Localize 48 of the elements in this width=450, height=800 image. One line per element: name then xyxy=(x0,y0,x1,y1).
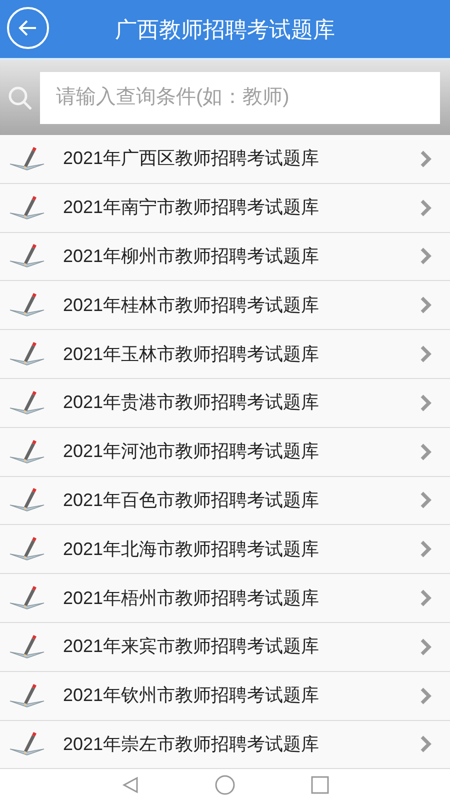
chevron-right-icon xyxy=(420,198,432,217)
item-label: 2021年南宁市教师招聘考试题库 xyxy=(63,196,320,220)
back-icon[interactable] xyxy=(7,7,49,49)
item-label: 2021年北海市教师招聘考试题库 xyxy=(63,538,320,561)
item-label: 2021年梧州市教师招聘考试题库 xyxy=(63,586,320,610)
book-pencil-icon xyxy=(8,731,46,758)
book-pencil-icon xyxy=(8,536,46,562)
chevron-right-icon xyxy=(420,638,432,656)
book-pencil-icon xyxy=(8,585,46,612)
item-label: 2021年来宾市教师招聘考试题库 xyxy=(63,635,320,658)
book-pencil-icon xyxy=(8,292,46,318)
header-title: 广西教师招聘考试题库 xyxy=(115,16,335,44)
book-pencil-icon xyxy=(8,438,46,465)
chevron-right-icon xyxy=(420,345,432,364)
book-pencil-icon xyxy=(8,243,46,270)
book-pencil-icon xyxy=(8,634,46,660)
item-label: 2021年百色市教师招聘考试题库 xyxy=(63,488,320,512)
list-item[interactable]: 2021年百色市教师招聘考试题库 xyxy=(0,476,450,526)
item-label: 2021年柳州市教师招聘考试题库 xyxy=(63,244,320,268)
list-item[interactable]: 2021年崇左市教师招聘考试题库 xyxy=(0,720,450,770)
book-pencil-icon xyxy=(8,682,46,709)
book-pencil-icon xyxy=(8,194,46,221)
book-pencil-icon xyxy=(8,341,46,368)
chevron-right-icon xyxy=(420,296,432,314)
chevron-right-icon xyxy=(420,735,432,754)
chevron-right-icon xyxy=(420,394,432,412)
book-pencil-icon xyxy=(8,146,46,172)
search-field[interactable]: 请输入查询条件(如：教师) xyxy=(40,72,440,124)
chevron-right-icon xyxy=(420,150,432,168)
chevron-right-icon xyxy=(420,442,432,461)
item-label: 2021年崇左市教师招聘考试题库 xyxy=(63,732,320,756)
home-circle-icon[interactable] xyxy=(215,774,235,795)
item-label: 2021年钦州市教师招聘考试题库 xyxy=(63,684,320,708)
book-pencil-icon xyxy=(8,390,46,416)
chevron-right-icon xyxy=(420,247,432,266)
chevron-right-icon xyxy=(420,540,432,558)
chevron-right-icon xyxy=(420,589,432,608)
item-label: 2021年桂林市教师招聘考试题库 xyxy=(63,294,320,317)
back-triangle-icon[interactable] xyxy=(121,776,139,794)
item-label: 2021年玉林市教师招聘考试题库 xyxy=(63,342,320,366)
item-label: 2021年广西区教师招聘考试题库 xyxy=(63,147,320,170)
list-item[interactable]: 2021年柳州市教师招聘考试题库 xyxy=(0,232,450,282)
chevron-right-icon xyxy=(420,491,432,510)
recents-square-icon[interactable] xyxy=(311,776,329,794)
book-pencil-icon xyxy=(8,487,46,514)
item-label: 2021年贵港市教师招聘考试题库 xyxy=(63,391,320,414)
chevron-right-icon xyxy=(420,686,432,705)
item-label: 2021年河池市教师招聘考试题库 xyxy=(63,440,320,464)
